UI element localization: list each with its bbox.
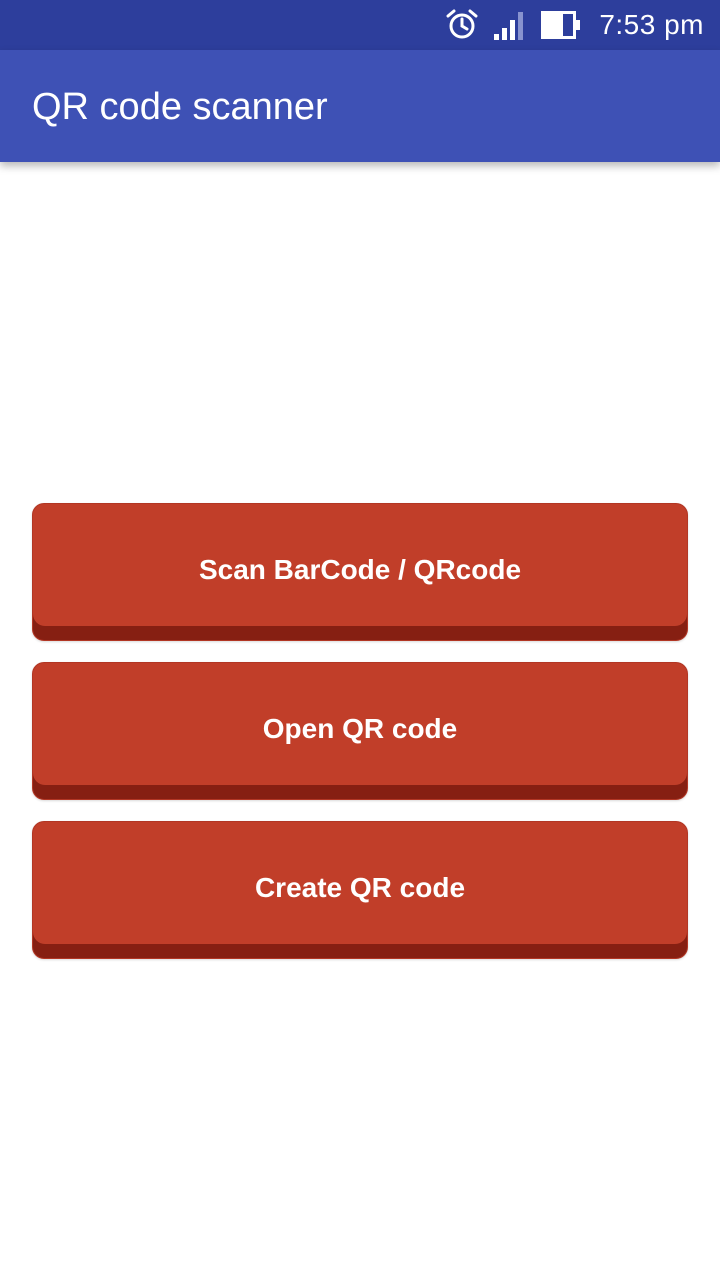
battery-icon: [541, 11, 581, 39]
app-bar: QR code scanner: [0, 50, 720, 162]
signal-icon: [493, 10, 527, 40]
create-qr-code-button[interactable]: Create QR code: [32, 821, 688, 959]
app-title: QR code scanner: [32, 86, 328, 128]
status-time: 7:53 pm: [599, 9, 704, 40]
status-icons: 7:53 pm: [445, 0, 704, 50]
open-qr-code-button[interactable]: Open QR code: [32, 662, 688, 800]
alarm-icon: [445, 8, 479, 42]
open-button-label: Open QR code: [262, 713, 458, 744]
create-button-label: Create QR code: [254, 872, 466, 903]
status-bar: 7:53 pm: [0, 0, 720, 50]
scan-button-label: Scan BarCode / QRcode: [198, 554, 522, 585]
scan-barcode-qrcode-button[interactable]: Scan BarCode / QRcode: [32, 503, 688, 641]
